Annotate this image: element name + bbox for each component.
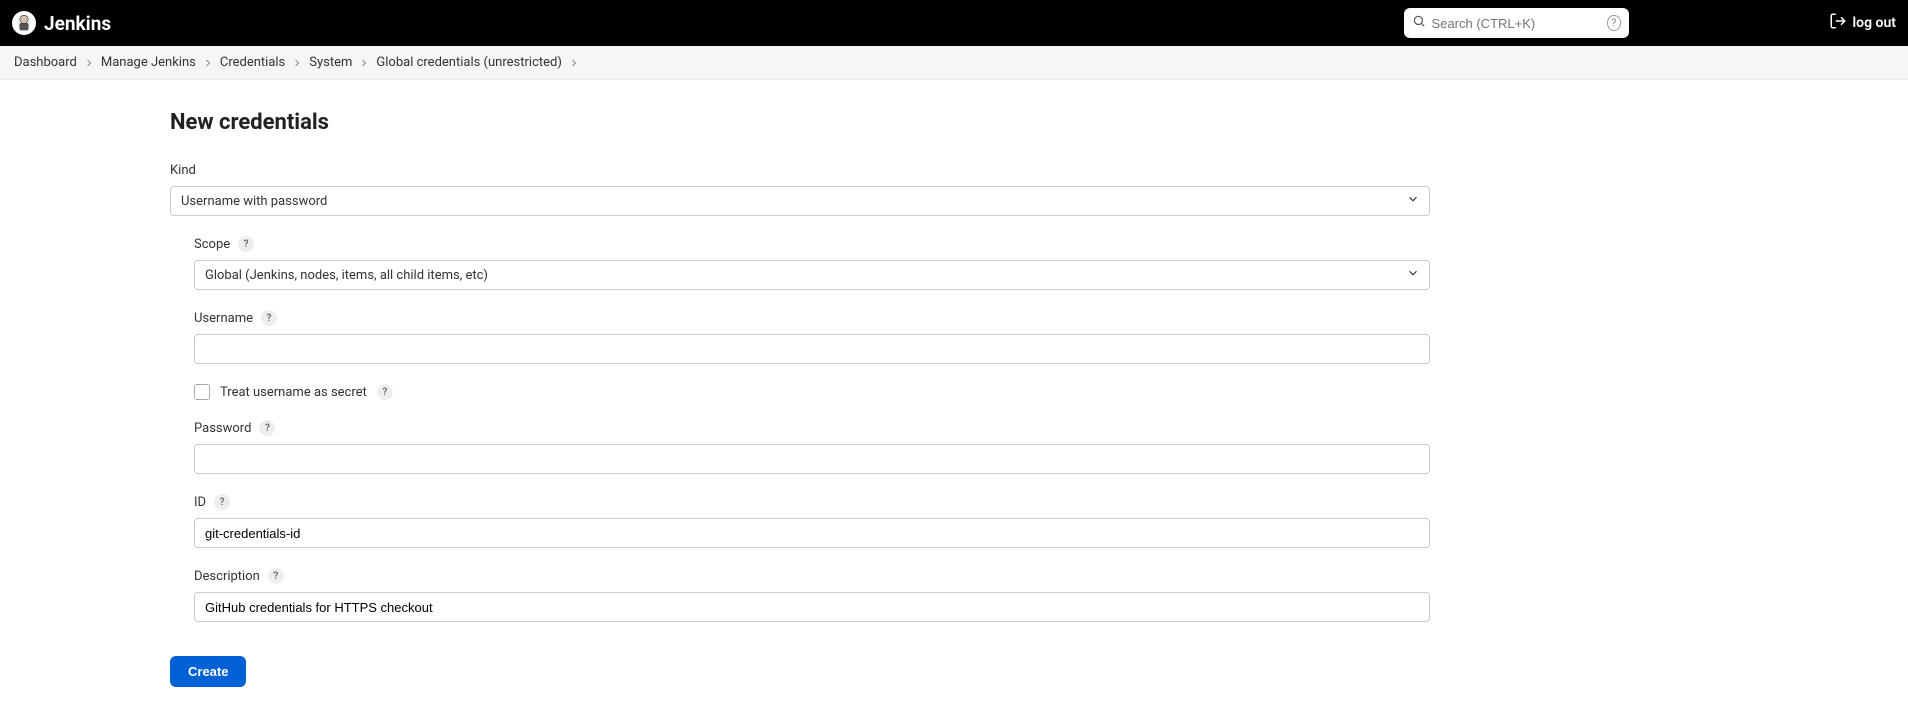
breadcrumb-item[interactable]: Global credentials (unrestricted) xyxy=(374,53,563,72)
logout-label: log out xyxy=(1853,15,1896,31)
page-title: New credentials xyxy=(170,110,1430,135)
chevron-right-icon xyxy=(568,57,580,69)
top-header: Jenkins ? log out xyxy=(0,0,1908,46)
scope-label: Scope xyxy=(194,237,230,252)
breadcrumb-item[interactable]: Dashboard xyxy=(12,53,79,72)
brand-logo[interactable]: Jenkins xyxy=(12,11,111,35)
password-label: Password xyxy=(194,421,251,436)
treat-username-secret-checkbox[interactable] xyxy=(194,384,210,400)
chevron-right-icon xyxy=(202,57,214,69)
id-input[interactable] xyxy=(194,518,1430,548)
breadcrumb-item[interactable]: System xyxy=(307,53,354,72)
help-icon[interactable]: ? xyxy=(214,494,230,510)
id-label: ID xyxy=(194,495,206,510)
breadcrumb-item[interactable]: Credentials xyxy=(218,53,287,72)
description-input[interactable] xyxy=(194,592,1430,622)
chevron-right-icon xyxy=(83,57,95,69)
logout-link[interactable]: log out xyxy=(1829,12,1896,34)
breadcrumb: Dashboard Manage Jenkins Credentials Sys… xyxy=(0,46,1908,80)
help-icon[interactable]: ? xyxy=(377,384,393,400)
jenkins-logo-icon xyxy=(12,11,36,35)
search-input[interactable] xyxy=(1432,16,1602,31)
kind-select[interactable]: Username with password xyxy=(170,186,1430,216)
password-input[interactable] xyxy=(194,444,1430,474)
username-input[interactable] xyxy=(194,334,1430,364)
breadcrumb-item[interactable]: Manage Jenkins xyxy=(99,53,198,72)
help-icon[interactable]: ? xyxy=(238,236,254,252)
scope-select[interactable]: Global (Jenkins, nodes, items, all child… xyxy=(194,260,1430,290)
create-button[interactable]: Create xyxy=(170,656,246,687)
help-icon[interactable]: ? xyxy=(1607,15,1620,31)
search-icon xyxy=(1412,14,1426,32)
treat-username-secret-label: Treat username as secret xyxy=(220,385,367,400)
brand-name: Jenkins xyxy=(44,12,111,35)
help-icon[interactable]: ? xyxy=(268,568,284,584)
help-icon[interactable]: ? xyxy=(261,310,277,326)
search-box[interactable]: ? xyxy=(1404,8,1629,38)
kind-select-value: Username with password xyxy=(170,186,1430,216)
description-label: Description xyxy=(194,569,260,584)
scope-select-value: Global (Jenkins, nodes, items, all child… xyxy=(194,260,1430,290)
chevron-right-icon xyxy=(358,57,370,69)
kind-label: Kind xyxy=(170,163,1430,178)
main-content: New credentials Kind Username with passw… xyxy=(0,80,1600,727)
help-icon[interactable]: ? xyxy=(259,420,275,436)
chevron-right-icon xyxy=(291,57,303,69)
username-label: Username xyxy=(194,311,253,326)
logout-icon xyxy=(1829,12,1847,34)
